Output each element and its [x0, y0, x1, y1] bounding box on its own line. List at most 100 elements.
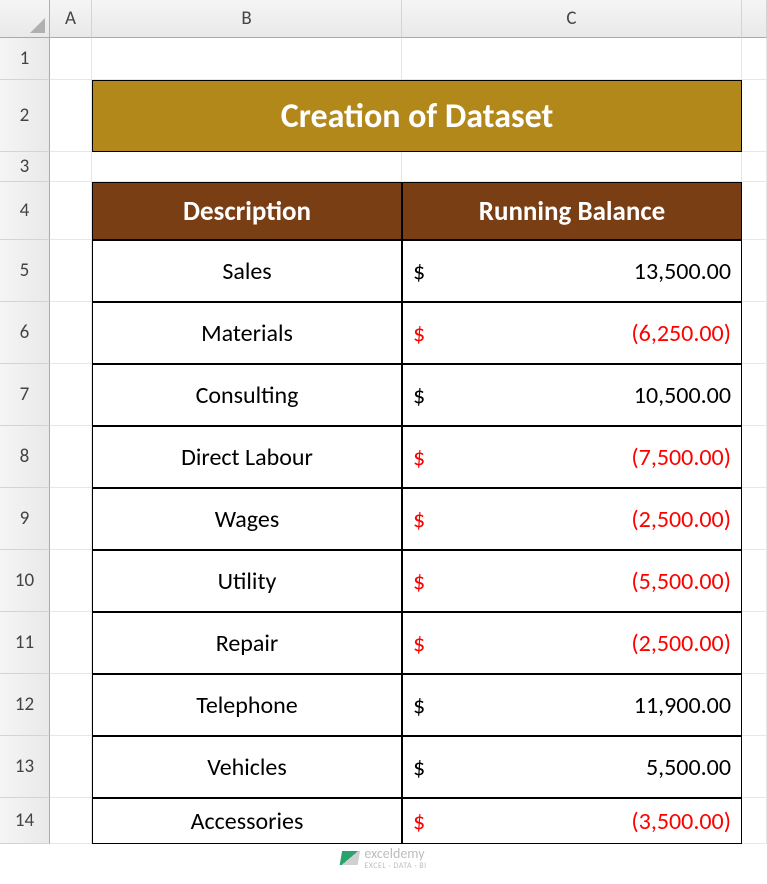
cell-blank[interactable]: [742, 38, 767, 80]
balance-cell[interactable]: $5,500.00: [402, 736, 742, 798]
row-header-1[interactable]: 1: [0, 38, 50, 80]
currency-sign: $: [413, 629, 431, 658]
cell-blank[interactable]: [402, 38, 742, 80]
balance-value: (5,500.00): [431, 567, 731, 596]
desc-cell[interactable]: Telephone: [92, 674, 402, 736]
cell-blank[interactable]: [742, 302, 767, 364]
watermark-text: exceldemy: [364, 845, 424, 862]
cell-blank[interactable]: [742, 798, 767, 844]
cell-blank[interactable]: [742, 612, 767, 674]
balance-cell[interactable]: $10,500.00: [402, 364, 742, 426]
currency-sign: $: [413, 807, 431, 836]
cell-blank[interactable]: [742, 240, 767, 302]
cell-blank[interactable]: [50, 240, 92, 302]
row-header-3[interactable]: 3: [0, 152, 50, 182]
desc-cell[interactable]: Utility: [92, 550, 402, 612]
cell-blank[interactable]: [742, 488, 767, 550]
desc-cell[interactable]: Wages: [92, 488, 402, 550]
row-header-5[interactable]: 5: [0, 240, 50, 302]
row-header-11[interactable]: 11: [0, 612, 50, 674]
balance-value: (2,500.00): [431, 629, 731, 658]
balance-value: (6,250.00): [431, 319, 731, 348]
desc-text: Direct Labour: [181, 443, 313, 472]
cell-blank[interactable]: [742, 674, 767, 736]
cell-blank[interactable]: [50, 736, 92, 798]
desc-cell[interactable]: Sales: [92, 240, 402, 302]
balance-cell[interactable]: $(3,500.00): [402, 798, 742, 844]
cell-blank[interactable]: [742, 182, 767, 240]
currency-sign: $: [413, 443, 431, 472]
col-header-b[interactable]: B: [92, 0, 402, 38]
desc-cell[interactable]: Materials: [92, 302, 402, 364]
cell-blank[interactable]: [50, 302, 92, 364]
desc-cell[interactable]: Accessories: [92, 798, 402, 844]
cell-blank[interactable]: [92, 38, 402, 80]
desc-text: Materials: [201, 319, 293, 348]
desc-cell[interactable]: Repair: [92, 612, 402, 674]
cell-blank[interactable]: [50, 488, 92, 550]
header-running-balance-text: Running Balance: [479, 195, 666, 228]
row-header-4[interactable]: 4: [0, 182, 50, 240]
col-header-extra[interactable]: [742, 0, 767, 38]
cell-blank[interactable]: [742, 364, 767, 426]
currency-sign: $: [413, 319, 431, 348]
cell-blank[interactable]: [50, 674, 92, 736]
header-description[interactable]: Description: [92, 182, 402, 240]
balance-cell[interactable]: $(2,500.00): [402, 488, 742, 550]
watermark-logo-icon: [339, 851, 359, 865]
desc-cell[interactable]: Consulting: [92, 364, 402, 426]
header-running-balance[interactable]: Running Balance: [402, 182, 742, 240]
dataset-title[interactable]: Creation of Dataset: [92, 80, 742, 152]
cell-blank[interactable]: [50, 550, 92, 612]
desc-text: Vehicles: [207, 753, 286, 782]
cell-blank[interactable]: [50, 426, 92, 488]
cell-blank[interactable]: [50, 152, 92, 182]
balance-value: (3,500.00): [431, 807, 731, 836]
cell-blank[interactable]: [50, 38, 92, 80]
row-header-2[interactable]: 2: [0, 80, 50, 152]
cell-blank[interactable]: [742, 80, 767, 152]
cell-blank[interactable]: [742, 736, 767, 798]
balance-value: (7,500.00): [431, 443, 731, 472]
desc-text: Sales: [222, 257, 271, 286]
balance-value: 11,900.00: [431, 691, 731, 720]
desc-text: Utility: [218, 567, 277, 596]
col-header-a[interactable]: A: [50, 0, 92, 38]
balance-cell[interactable]: $(6,250.00): [402, 302, 742, 364]
desc-text: Wages: [215, 505, 279, 534]
desc-cell[interactable]: Vehicles: [92, 736, 402, 798]
cell-blank[interactable]: [50, 364, 92, 426]
balance-value: 5,500.00: [431, 753, 731, 782]
cell-blank[interactable]: [92, 152, 402, 182]
desc-cell[interactable]: Direct Labour: [92, 426, 402, 488]
row-header-10[interactable]: 10: [0, 550, 50, 612]
currency-sign: $: [413, 505, 431, 534]
dataset-title-text: Creation of Dataset: [281, 96, 554, 137]
row-header-12[interactable]: 12: [0, 674, 50, 736]
row-header-14[interactable]: 14: [0, 798, 50, 844]
balance-cell[interactable]: $(5,500.00): [402, 550, 742, 612]
cell-blank[interactable]: [742, 426, 767, 488]
balance-cell[interactable]: $11,900.00: [402, 674, 742, 736]
cell-blank[interactable]: [50, 80, 92, 152]
balance-value: 10,500.00: [431, 381, 731, 410]
cell-blank[interactable]: [50, 182, 92, 240]
row-header-7[interactable]: 7: [0, 364, 50, 426]
row-header-9[interactable]: 9: [0, 488, 50, 550]
header-description-text: Description: [183, 195, 311, 228]
currency-sign: $: [413, 381, 431, 410]
select-all-corner[interactable]: [0, 0, 50, 38]
balance-cell[interactable]: $(7,500.00): [402, 426, 742, 488]
cell-blank[interactable]: [50, 798, 92, 844]
desc-text: Repair: [216, 629, 279, 658]
cell-blank[interactable]: [742, 152, 767, 182]
col-header-c[interactable]: C: [402, 0, 742, 38]
balance-cell[interactable]: $(2,500.00): [402, 612, 742, 674]
row-header-6[interactable]: 6: [0, 302, 50, 364]
cell-blank[interactable]: [402, 152, 742, 182]
row-header-13[interactable]: 13: [0, 736, 50, 798]
balance-cell[interactable]: $13,500.00: [402, 240, 742, 302]
row-header-8[interactable]: 8: [0, 426, 50, 488]
cell-blank[interactable]: [50, 612, 92, 674]
cell-blank[interactable]: [742, 550, 767, 612]
